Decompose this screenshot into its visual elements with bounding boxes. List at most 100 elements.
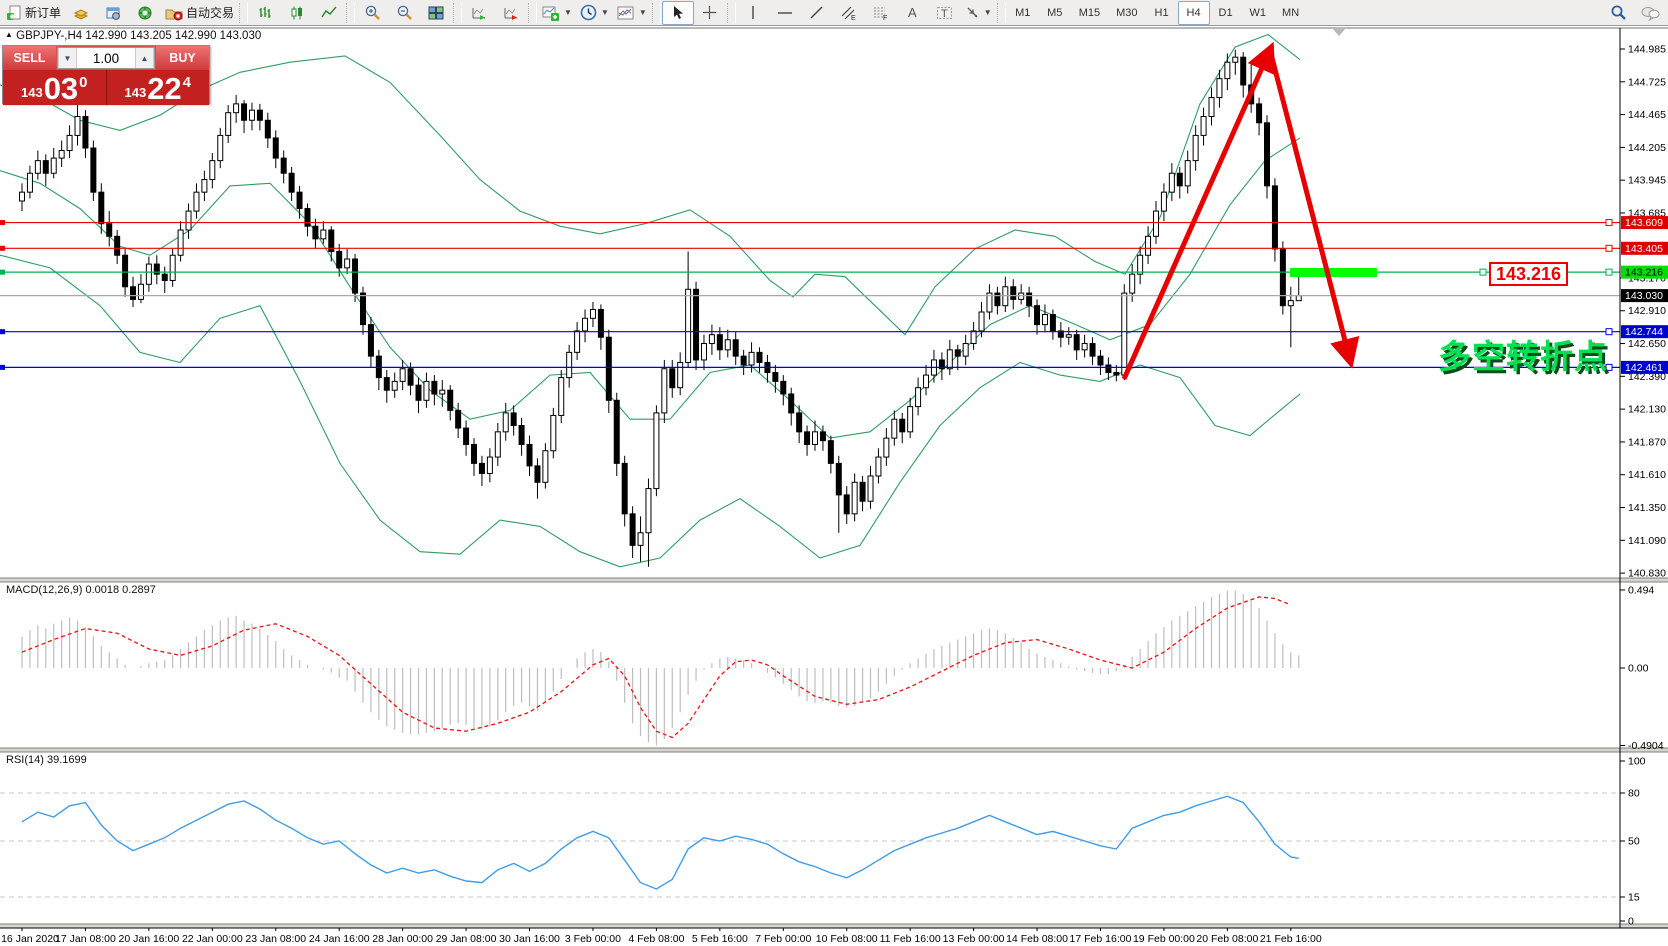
timeframe-m1-button[interactable]: M1: [1007, 1, 1039, 25]
svg-text:7 Feb 00:00: 7 Feb 00:00: [755, 933, 811, 945]
svg-text:30 Jan 16:00: 30 Jan 16:00: [499, 933, 560, 945]
market-watch-button[interactable]: [65, 1, 97, 25]
chart-shift-button[interactable]: [495, 1, 527, 25]
timeframe-label: W1: [1246, 7, 1271, 19]
new-order-icon: [6, 5, 22, 21]
navigator-icon: [137, 5, 153, 21]
sell-button[interactable]: SELL: [3, 46, 56, 70]
svg-text:144.725: 144.725: [1628, 76, 1666, 88]
timeframe-label: D1: [1215, 7, 1237, 19]
horizontal-line-tool-button[interactable]: [769, 1, 801, 25]
line-left-anchor: [0, 365, 5, 370]
tile-windows-button[interactable]: [420, 1, 452, 25]
text-label-tool-button[interactable]: T: [929, 1, 961, 25]
vertical-line-icon: [747, 5, 759, 20]
buy-button[interactable]: BUY: [156, 46, 209, 70]
timeframe-mn-button[interactable]: MN: [1274, 1, 1307, 25]
cursor-icon: [671, 5, 685, 20]
timeframe-m15-button[interactable]: M15: [1071, 1, 1108, 25]
macd-indicator-label: MACD(12,26,9) 0.0018 0.2897: [6, 584, 156, 596]
sell-price-big: 03: [44, 75, 78, 103]
autotrading-label: 自动交易: [186, 4, 234, 21]
highlight-zone-bar[interactable]: [1290, 268, 1377, 277]
toolbar-separator: [727, 3, 736, 23]
fibonacci-icon: F: [872, 5, 889, 21]
crosshair-icon: [702, 5, 717, 20]
svg-text:144.985: 144.985: [1628, 44, 1666, 56]
chat-button[interactable]: [1634, 1, 1666, 25]
svg-text:141.350: 141.350: [1628, 502, 1666, 514]
chart-ohlc-values: 142.990 143.205 142.990 143.030: [85, 30, 261, 42]
data-window-button[interactable]: [97, 1, 129, 25]
navigator-button[interactable]: [129, 1, 161, 25]
sell-price[interactable]: 143 03 0: [3, 70, 107, 105]
zoom-out-button[interactable]: [388, 1, 420, 25]
new-order-label: 新订单: [25, 4, 61, 21]
candlestick-mode-button[interactable]: [281, 1, 313, 25]
fibonacci-tool-button[interactable]: F: [865, 1, 897, 25]
zoom-in-button[interactable]: [356, 1, 388, 25]
price-callout-label[interactable]: 143.216: [1489, 262, 1568, 286]
chart-shift-icon: [503, 5, 519, 21]
svg-text:17 Feb 16:00: 17 Feb 16:00: [1070, 933, 1132, 945]
svg-text:15: 15: [1628, 892, 1640, 904]
timeframe-h4-button[interactable]: H4: [1178, 1, 1210, 25]
volume-value[interactable]: 1.00: [77, 48, 135, 68]
timeframe-d1-button[interactable]: D1: [1210, 1, 1242, 25]
chat-icon: [1640, 5, 1660, 21]
svg-text:22 Jan 00:00: 22 Jan 00:00: [182, 933, 243, 945]
svg-text:10 Feb 08:00: 10 Feb 08:00: [816, 933, 878, 945]
search-button[interactable]: [1602, 1, 1634, 25]
svg-text:24 Jan 16:00: 24 Jan 16:00: [309, 933, 370, 945]
autotrading-button[interactable]: 自动交易: [161, 1, 238, 25]
indicators-button[interactable]: ▼: [613, 1, 651, 25]
turning-point-annotation[interactable]: 多空转折点: [1438, 330, 1614, 378]
collapse-triangle-icon[interactable]: ▲: [5, 30, 13, 39]
svg-text:3 Feb 00:00: 3 Feb 00:00: [565, 933, 621, 945]
toolbar-separator: [528, 3, 537, 23]
tile-windows-icon: [428, 5, 444, 21]
svg-text:23 Jan 08:00: 23 Jan 08:00: [245, 933, 306, 945]
chart-canvas[interactable]: 144.985144.725144.465144.205143.945143.6…: [0, 0, 1668, 946]
new-order-button[interactable]: 新订单: [2, 1, 65, 25]
bar-chart-mode-button[interactable]: [249, 1, 281, 25]
trendline-tool-button[interactable]: [801, 1, 833, 25]
period-profiles-button[interactable]: ▼: [576, 1, 613, 25]
channel-tool-button[interactable]: E: [833, 1, 865, 25]
timeframe-w1-button[interactable]: W1: [1242, 1, 1275, 25]
line-left-anchor: [0, 246, 5, 251]
svg-text:17 Jan 08:00: 17 Jan 08:00: [55, 933, 116, 945]
svg-text:100: 100: [1628, 756, 1646, 768]
buy-price-sup: 4: [183, 74, 191, 91]
arrows-tool-button[interactable]: ▼: [961, 1, 996, 25]
dropdown-caret: ▼: [984, 8, 992, 17]
new-chart-button[interactable]: ▼: [538, 1, 576, 25]
timeframe-label: M15: [1075, 7, 1104, 19]
timeframe-h1-button[interactable]: H1: [1146, 1, 1178, 25]
timeframe-m5-button[interactable]: M5: [1039, 1, 1071, 25]
cursor-tool-button[interactable]: [662, 1, 694, 25]
svg-text:19 Feb 00:00: 19 Feb 00:00: [1133, 933, 1195, 945]
volume-increase-button[interactable]: ▲: [135, 48, 154, 68]
text-tool-button[interactable]: A: [897, 1, 929, 25]
crosshair-tool-button[interactable]: [694, 1, 726, 25]
svg-text:141.090: 141.090: [1628, 535, 1666, 547]
line-chart-icon: [321, 5, 337, 21]
line-chart-mode-button[interactable]: [313, 1, 345, 25]
svg-text:143.405: 143.405: [1625, 243, 1663, 255]
volume-decrease-button[interactable]: ▼: [58, 48, 77, 68]
svg-text:11 Feb 16:00: 11 Feb 16:00: [880, 933, 941, 945]
rsi-indicator-label: RSI(14) 39.1699: [6, 754, 87, 766]
timeframe-label: M5: [1043, 7, 1066, 19]
svg-text:142.910: 142.910: [1628, 305, 1666, 317]
toolbar-separator: [652, 3, 661, 23]
timeframe-m30-button[interactable]: M30: [1108, 1, 1145, 25]
auto-scroll-icon: [471, 5, 487, 21]
toolbar-separator: [346, 3, 355, 23]
svg-text:14 Feb 08:00: 14 Feb 08:00: [1006, 933, 1068, 945]
toolbar-separator: [997, 3, 1006, 23]
auto-scroll-button[interactable]: [463, 1, 495, 25]
vertical-line-tool-button[interactable]: [737, 1, 769, 25]
buy-price[interactable]: 143 22 4: [107, 70, 210, 105]
svg-text:F: F: [883, 15, 887, 21]
